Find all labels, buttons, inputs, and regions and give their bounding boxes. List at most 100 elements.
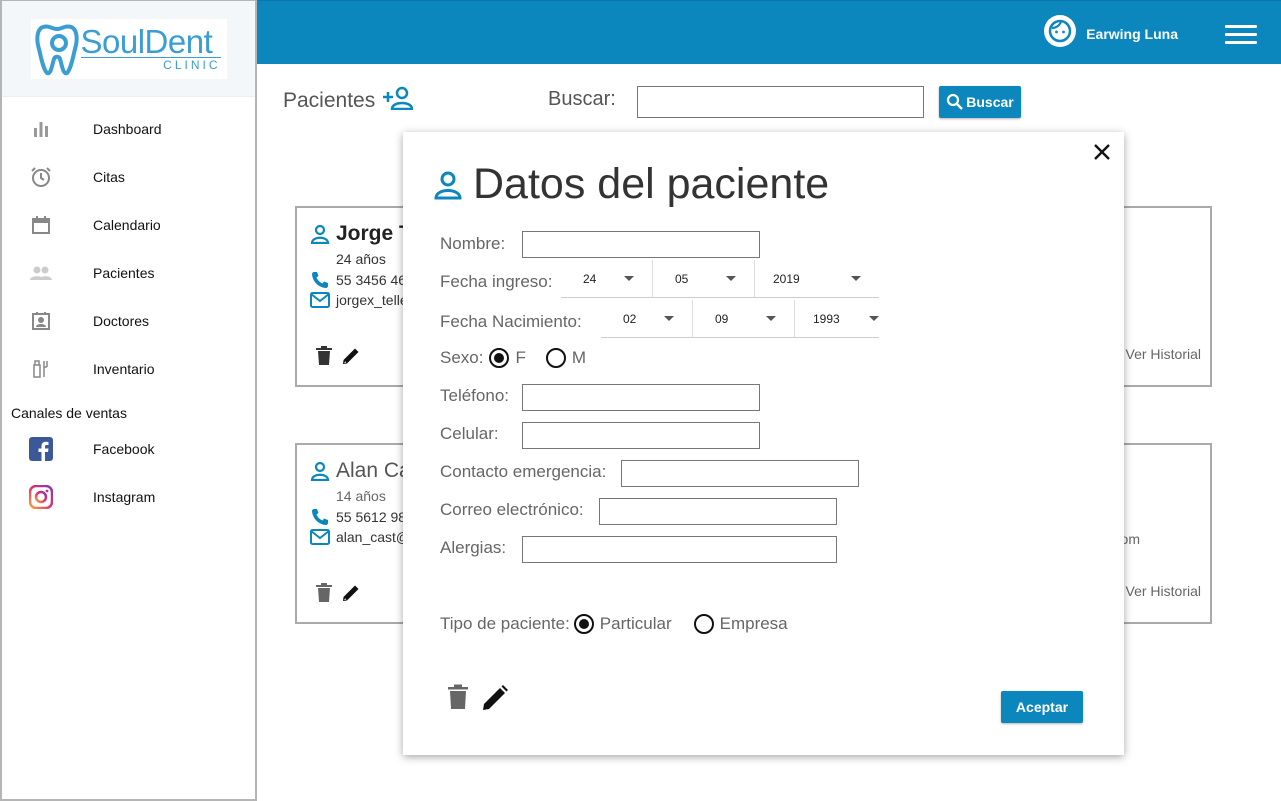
sidebar-item-citas[interactable]: Citas [2,153,255,201]
page-title: Pacientes [283,86,414,116]
fecha-ingreso-day-select[interactable]: 24 [561,260,653,298]
section-title: Canales de ventas [11,405,127,421]
pencil-icon[interactable] [341,583,361,608]
tipo-label: Tipo de paciente: [440,614,570,633]
person-icon [434,171,462,199]
avatar [1044,15,1077,47]
search-button[interactable]: Buscar [939,86,1021,118]
mail-icon [310,292,330,308]
patient-modal: Datos del paciente Nombre: Fecha ingreso… [403,132,1124,755]
tipo-row: Tipo de paciente: Particular Empresa [440,614,808,634]
modal-title: Datos del paciente [433,160,829,209]
sidebar-item-label: Facebook [93,441,155,457]
sidebar-item-instagram[interactable]: Instagram [2,473,255,521]
tipo-radio-particular[interactable]: Particular [573,614,672,634]
search-icon [947,93,964,110]
select-value: 24 [583,271,597,286]
calendar-icon [29,213,53,237]
patient-email: jorgex_telle [310,292,408,308]
fecha-nacimiento-label: Fecha Nacimiento: [440,312,582,331]
sidebar-item-calendario[interactable]: Calendario [2,201,255,249]
sidebar-item-pacientes[interactable]: Pacientes [2,249,255,297]
facebook-icon [29,437,53,461]
radio-label: Particular [599,614,672,633]
radio-unchecked-icon [693,614,714,634]
tools-icon [29,357,53,381]
select-value: 1993 [813,311,840,326]
select-value: 09 [715,311,729,326]
phone-icon [312,272,328,288]
sidebar-item-label: Doctores [93,313,150,329]
sexo-row: Sexo: F M [440,348,606,368]
patient-phone-text: 55 5612 98 [336,509,407,525]
sidebar-item-facebook[interactable]: Facebook [2,425,255,473]
nombre-label: Nombre: [440,234,506,253]
patient-email-text: alan_cast@ [336,529,411,545]
pencil-icon[interactable] [481,684,509,717]
patient-name: Jorge T [310,222,412,246]
sidebar-item-dashboard[interactable]: Dashboard [2,105,255,153]
sidebar-item-inventario[interactable]: Inventario [2,345,255,393]
sidebar-item-label: Instagram [93,489,156,505]
email-field[interactable] [599,498,837,525]
sexo-radio-m[interactable]: M [545,348,586,368]
sexo-radio-f[interactable]: F [489,348,526,368]
celular-label: Celular: [440,424,499,443]
user-menu[interactable]: Earwing Luna [1044,15,1178,47]
hamburger-menu-icon[interactable] [1225,25,1257,45]
patient-age: 24 años [336,251,386,267]
trash-icon[interactable] [447,684,469,717]
social-nav: Facebook Instagram [2,425,255,521]
telefono-label: Teléfono: [440,386,509,405]
patient-email-text: jorgex_telle [336,292,408,308]
add-patient-icon[interactable] [383,86,414,116]
select-value: 02 [623,311,637,326]
pencil-icon[interactable] [341,346,361,371]
tipo-radio-empresa[interactable]: Empresa [693,614,788,634]
radio-label: Empresa [719,614,788,633]
sidebar-item-label: Calendario [93,217,161,233]
fecha-nacimiento-month-select[interactable]: 09 [693,300,795,338]
sidebar-item-doctores[interactable]: Doctores [2,297,255,345]
select-value: 2019 [773,271,800,286]
radio-checked-icon [489,348,510,368]
search-label: Buscar: [548,88,616,110]
face-icon [1048,19,1072,43]
telefono-field[interactable] [522,384,760,411]
fecha-nacimiento-year-select[interactable]: 1993 [795,300,879,338]
sidebar-item-label: Citas [93,169,125,185]
caret-down-icon [624,276,634,281]
alergias-field[interactable] [522,536,837,563]
sidebar-item-label: Dashboard [93,121,162,137]
caret-down-icon [766,316,776,321]
tooth-logo-icon [34,23,79,75]
trash-icon[interactable] [315,346,333,371]
patient-phone: 55 3456 46 [310,270,406,290]
caret-down-icon [869,316,879,321]
alergias-label: Alergias: [440,538,507,557]
logo[interactable]: SoulDent CLINIC [30,18,227,79]
contacto-emergencia-field[interactable] [621,460,859,487]
fecha-ingreso-year-select[interactable]: 2019 [755,260,879,298]
brand-sub: CLINIC [80,57,221,72]
modal-actions [447,684,521,717]
radio-checked-icon [573,614,594,634]
nombre-field[interactable] [522,231,760,258]
patient-name-text: Jorge T [336,222,412,245]
trash-icon[interactable] [315,583,333,608]
radio-label: F [515,348,526,367]
patient-phone: 55 5612 98 [310,507,406,527]
history-link[interactable]: Ver Historial [1126,346,1201,362]
accept-button[interactable]: Aceptar [1001,691,1083,723]
fecha-nacimiento-day-select[interactable]: 02 [601,300,693,338]
close-icon[interactable] [1090,140,1114,164]
celular-field[interactable] [522,422,760,449]
fecha-ingreso-month-select[interactable]: 05 [653,260,755,298]
history-link[interactable]: Ver Historial [1126,583,1201,599]
patient-age: 14 años [336,488,386,504]
sidebar-item-label: Pacientes [93,265,155,281]
sidebar: SoulDent CLINIC Dashboard Citas Calendar… [0,0,257,801]
search-input[interactable] [637,86,924,118]
radio-unchecked-icon [545,348,566,368]
card-actions [315,346,369,371]
